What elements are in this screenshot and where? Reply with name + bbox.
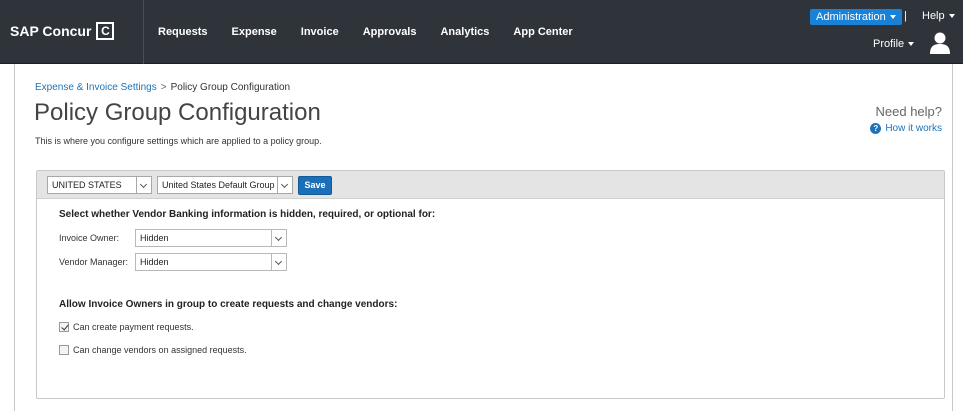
chevron-down-icon [948, 14, 955, 19]
can-change-vendors-option[interactable]: Can change vendors on assigned requests. [59, 345, 247, 355]
page-content: Expense & Invoice Settings > Policy Group … [14, 64, 953, 411]
can-create-payment-requests-label: Can create payment requests. [73, 322, 194, 332]
vendor-manager-select[interactable]: Hidden [135, 253, 287, 271]
invoice-owner-label: Invoice Owner: [59, 233, 120, 243]
help-menu[interactable]: Help [922, 10, 955, 22]
nav-approvals[interactable]: Approvals [363, 26, 417, 38]
breadcrumb-link-settings[interactable]: Expense & Invoice Settings [35, 82, 157, 93]
main-nav: Requests Expense Invoice Approvals Analy… [158, 26, 597, 38]
policy-settings-panel: UNITED STATES United States Default Grou… [36, 170, 945, 399]
concur-logo-icon: C [96, 22, 115, 40]
user-avatar-icon[interactable] [928, 30, 952, 54]
nav-expense[interactable]: Expense [232, 26, 277, 38]
administration-label: Administration [816, 11, 886, 23]
page-title: Policy Group Configuration [34, 99, 321, 126]
breadcrumb-current: Policy Group Configuration [170, 82, 291, 93]
vendor-banking-heading: Select whether Vendor Banking informatio… [59, 209, 436, 220]
chevron-down-icon [271, 230, 286, 246]
chevron-down-icon [271, 254, 286, 270]
invoice-owner-select[interactable]: Hidden [135, 229, 287, 247]
vendor-manager-label: Vendor Manager: [59, 257, 129, 267]
country-select[interactable]: UNITED STATES [47, 176, 152, 194]
how-it-works-label: How it works [885, 123, 942, 134]
chevron-down-icon [908, 42, 915, 47]
breadcrumb-separator: > [160, 82, 167, 93]
profile-label: Profile [873, 38, 905, 50]
policy-group-select-value: United States Default Group [162, 180, 275, 190]
nav-app-center[interactable]: App Center [513, 26, 572, 38]
logo-text: SAP Concur [10, 23, 92, 39]
panel-toolbar: UNITED STATES United States Default Grou… [37, 171, 944, 199]
top-navigation-bar: SAP Concur C Requests Expense Invoice Ap… [0, 0, 963, 64]
can-create-payment-requests-option[interactable]: Can create payment requests. [59, 322, 194, 332]
sap-concur-logo[interactable]: SAP Concur C [10, 22, 115, 40]
nav-invoice[interactable]: Invoice [301, 26, 339, 38]
page-description: This is where you configure settings whi… [35, 136, 322, 146]
need-help-label: Need help? [875, 104, 943, 119]
how-it-works-link[interactable]: ? How it works [870, 123, 942, 134]
nav-analytics[interactable]: Analytics [440, 26, 489, 38]
question-icon: ? [870, 123, 882, 134]
save-button[interactable]: Save [298, 176, 332, 195]
invoice-owner-value: Hidden [140, 233, 169, 243]
can-create-payment-requests-checkbox[interactable] [59, 322, 69, 332]
can-change-vendors-checkbox[interactable] [59, 345, 69, 355]
menu-separator: | [904, 10, 907, 22]
chevron-down-icon [277, 177, 292, 193]
chevron-down-icon [889, 15, 896, 20]
breadcrumb: Expense & Invoice Settings > Policy Group … [35, 82, 290, 93]
profile-menu[interactable]: Profile [873, 38, 915, 50]
can-change-vendors-label: Can change vendors on assigned requests. [73, 345, 247, 355]
policy-group-select[interactable]: United States Default Group [157, 176, 293, 194]
chevron-down-icon [136, 177, 151, 193]
country-select-value: UNITED STATES [52, 180, 122, 190]
nav-divider [143, 0, 144, 64]
invoice-owner-permissions-heading: Allow Invoice Owners in group to create … [59, 299, 398, 310]
nav-requests[interactable]: Requests [158, 26, 208, 38]
administration-menu[interactable]: Administration [810, 9, 902, 25]
help-label: Help [922, 10, 945, 22]
vendor-manager-value: Hidden [140, 257, 169, 267]
